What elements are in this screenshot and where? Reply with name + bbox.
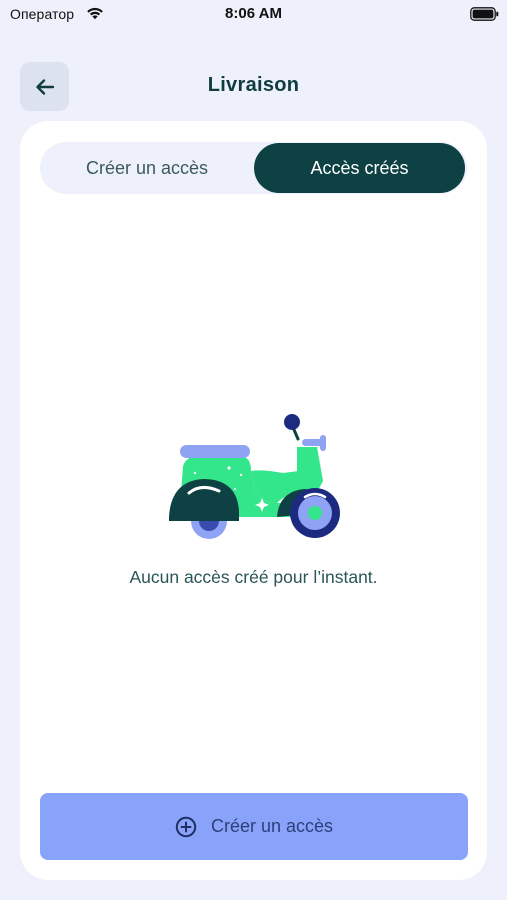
- tab-create-access[interactable]: Créer un accès: [40, 142, 254, 194]
- create-access-button-label: Créer un accès: [210, 816, 334, 836]
- create-access-button[interactable]: Créer un accès: [40, 793, 468, 860]
- segmented-control: Créer un accès Accès créés: [40, 142, 467, 194]
- screen: Оператор 8:06 AM Livraison Créer un accè…: [0, 0, 507, 900]
- page-title: Livraison: [207, 74, 300, 96]
- empty-state-message: Aucun accès créé pour l’instant.: [129, 567, 378, 587]
- status-bar: Оператор 8:06 AM: [0, 0, 507, 30]
- tab-created-access[interactable]: Accès créés: [254, 143, 465, 193]
- plus-circle-icon: [175, 816, 197, 837]
- content-card: Créer un accès Accès créés Aucun accès c…: [20, 121, 487, 880]
- scooter-illustration: [169, 414, 340, 539]
- battery-full-icon: [470, 7, 499, 21]
- status-time: 8:06 AM: [225, 5, 282, 22]
